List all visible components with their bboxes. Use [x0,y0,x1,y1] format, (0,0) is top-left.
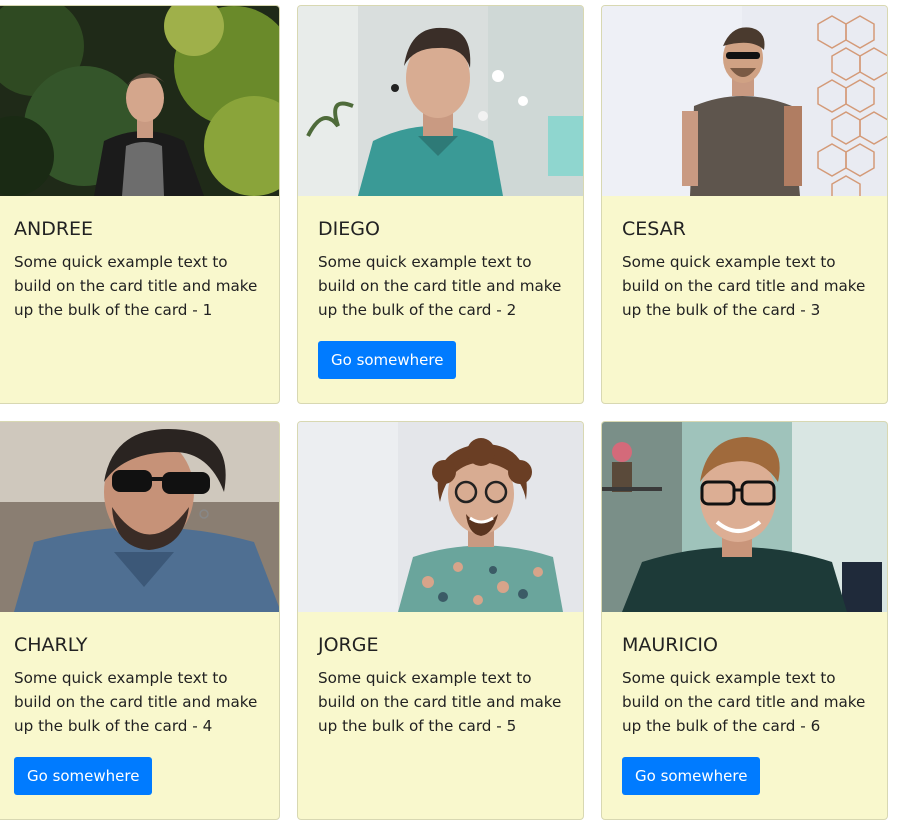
card-grid: ANDREE Some quick example text to build … [0,0,897,829]
card-body-3: CESAR Some quick example text to build o… [602,196,887,322]
card-text: Some quick example text to build on the … [318,253,562,319]
card-text: Some quick example text to build on the … [622,253,866,319]
card-title: CESAR [622,218,686,240]
go-somewhere-button[interactable]: Go somewhere [14,757,153,795]
go-somewhere-button[interactable]: Go somewhere [622,757,761,795]
card-image-1 [0,6,279,196]
card-body-2: DIEGO Some quick example text to build o… [298,196,583,379]
card-text: Some quick example text to build on the … [14,669,258,735]
card-text: Some quick example text to build on the … [14,253,258,319]
card-image-6 [602,422,887,612]
profile-card-6: MAURICIO Some quick example text to buil… [601,421,888,820]
card-text: Some quick example text to build on the … [622,669,866,735]
card-body-6: MAURICIO Some quick example text to buil… [602,612,887,795]
card-body-5: JORGE Some quick example text to build o… [298,612,583,738]
profile-card-5: JORGE Some quick example text to build o… [297,421,584,820]
profile-card-2: DIEGO Some quick example text to build o… [297,5,584,404]
card-image-5 [298,422,583,612]
card-title: DIEGO [318,218,380,240]
profile-card-1: ANDREE Some quick example text to build … [0,5,280,404]
go-somewhere-button[interactable]: Go somewhere [318,341,457,379]
card-title: JORGE [318,634,379,656]
card-image-2 [298,6,583,196]
card-image-3 [602,6,887,196]
card-title: ANDREE [14,218,94,240]
card-body-1: ANDREE Some quick example text to build … [0,196,279,322]
card-text: Some quick example text to build on the … [318,669,562,735]
card-title: CHARLY [14,634,88,656]
card-image-4 [0,422,279,612]
card-title: MAURICIO [622,634,718,656]
profile-card-4: CHARLY Some quick example text to build … [0,421,280,820]
profile-card-3: CESAR Some quick example text to build o… [601,5,888,404]
card-body-4: CHARLY Some quick example text to build … [0,612,279,795]
